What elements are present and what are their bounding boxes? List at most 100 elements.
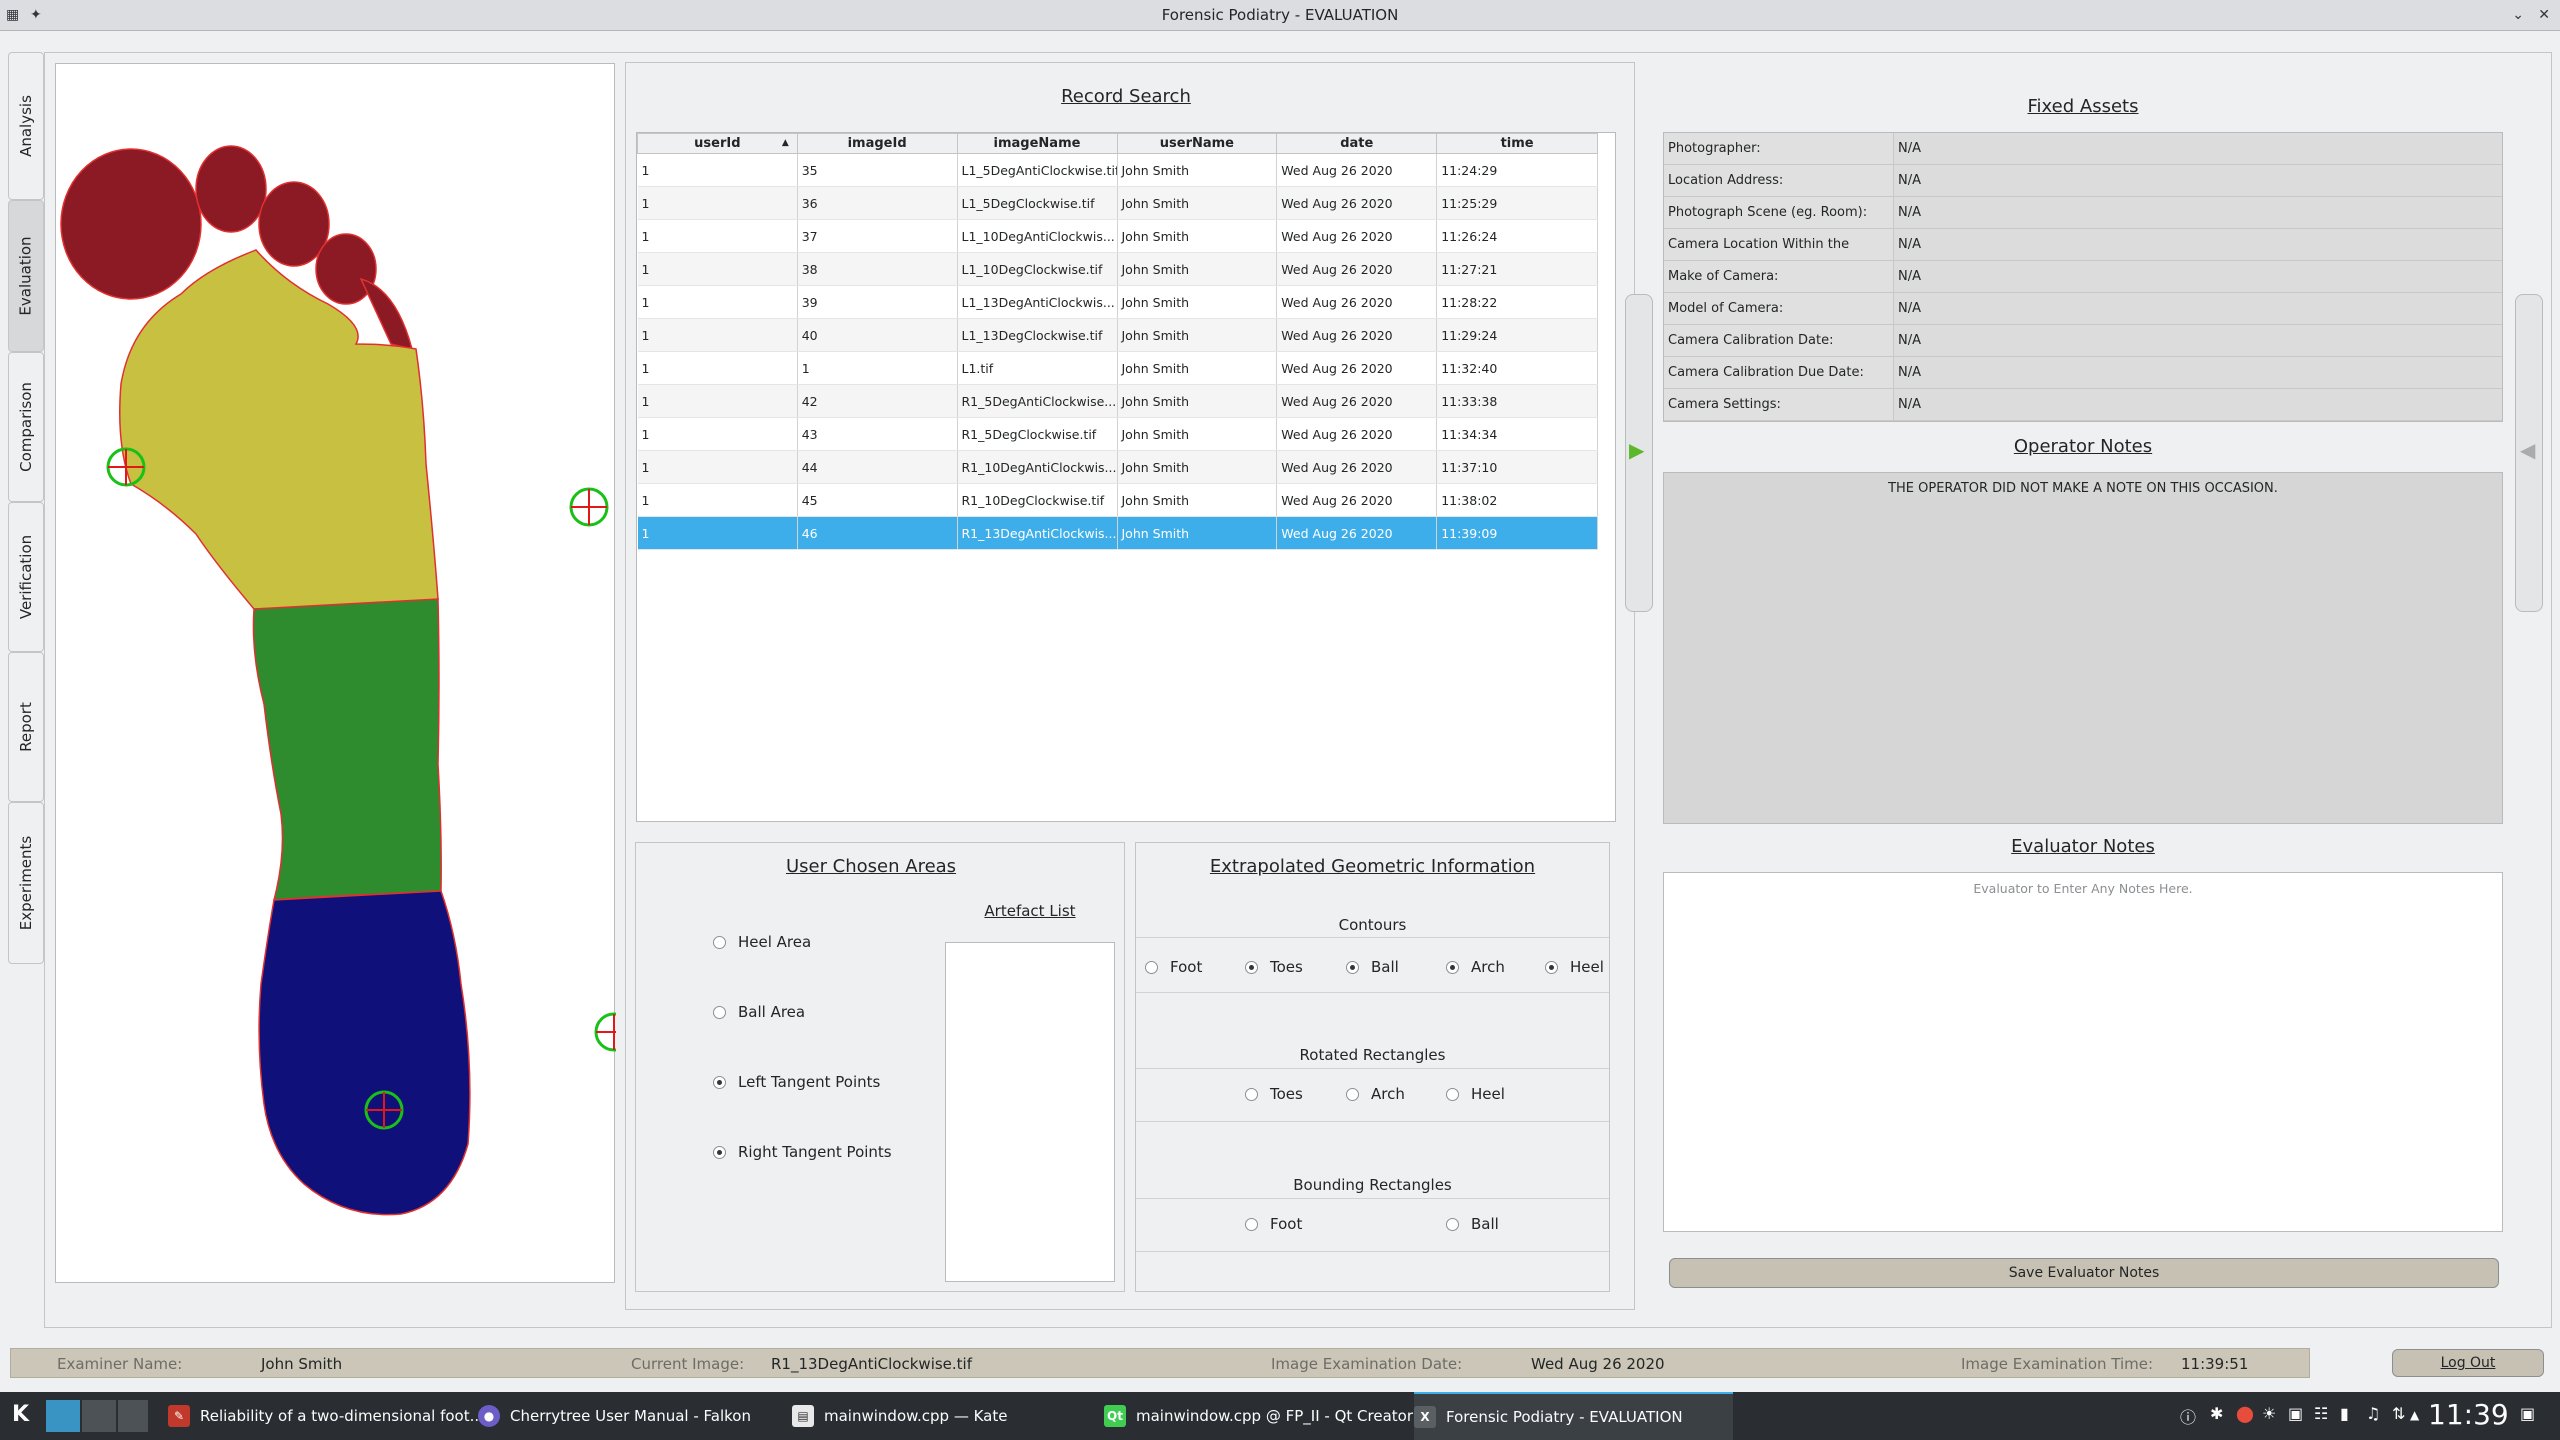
task-forensic-podiatry[interactable]: X Forensic Podiatry - EVALUATION	[1414, 1392, 1733, 1440]
collapse-arrow-icon[interactable]: ◀	[2520, 438, 2535, 462]
fixed-asset-row[interactable]: Location Address: N/A	[1664, 165, 2502, 197]
save-evaluator-notes-button[interactable]: Save Evaluator Notes	[1669, 1258, 2499, 1288]
bounding-foot[interactable]: Foot	[1245, 1215, 1302, 1233]
tab-evaluation[interactable]: Evaluation	[8, 200, 44, 352]
clock[interactable]: 11:39	[2428, 1398, 2509, 1431]
log-out-button[interactable]: Log Out	[2392, 1349, 2544, 1377]
tab-experiments[interactable]: Experiments	[8, 802, 44, 964]
option-right-tangent-points[interactable]: Right Tangent Points	[713, 1143, 892, 1161]
mega-sync-icon[interactable]: ⬤	[2236, 1404, 2254, 1423]
rotated-heel[interactable]: Heel	[1446, 1085, 1505, 1103]
tab-verification[interactable]: Verification	[8, 502, 44, 652]
fixed-asset-row[interactable]: Photograph Scene (eg. Room): N/A	[1664, 197, 2502, 229]
option-heel-area[interactable]: Heel Area	[713, 933, 811, 951]
tab-report[interactable]: Report	[8, 652, 44, 802]
table-row[interactable]: 1 44 R1_10DegAntiClockwis... John Smith Wed …	[637, 450, 1598, 484]
battery-icon[interactable]: ▮	[2340, 1404, 2349, 1423]
contour-arch[interactable]: Arch	[1446, 958, 1505, 976]
expand-arrow-icon[interactable]: ▶	[1629, 438, 1644, 462]
fixed-asset-value: N/A	[1898, 333, 1921, 348]
tab-comparison[interactable]: Comparison	[8, 352, 44, 502]
table-row[interactable]: 1 43 R1_5DegClockwise.tif John Smith Wed Aug…	[637, 417, 1598, 451]
option-ball-area[interactable]: Ball Area	[713, 1003, 805, 1021]
task-falkon[interactable]: ● Cherrytree User Manual - Falkon	[478, 1392, 751, 1440]
column-header-imagename[interactable]: imageName	[956, 133, 1118, 154]
fixed-asset-row[interactable]: Photographer: N/A	[1664, 133, 2502, 165]
fixed-asset-row[interactable]: Camera Settings: N/A	[1664, 389, 2502, 421]
foot-image-panel[interactable]	[55, 63, 634, 1283]
minimize-icon[interactable]: ⌄	[2512, 6, 2524, 24]
tray-expand-icon[interactable]: ▲	[2410, 1408, 2419, 1422]
tangent-marker[interactable]	[594, 1012, 634, 1052]
virtual-desktop-1[interactable]	[46, 1400, 80, 1432]
task-qtcreator[interactable]: Qt mainwindow.cpp @ FP_II - Qt Creator	[1104, 1392, 1413, 1440]
table-row[interactable]: 1 38 L1_10DegClockwise.tif John Smith Wed Au…	[637, 252, 1598, 286]
task-label: Reliability of a two-dimensional foot...	[200, 1407, 484, 1425]
brightness-icon[interactable]: ☀	[2262, 1404, 2276, 1423]
bounding-rectangles-title: Bounding Rectangles	[1293, 1176, 1452, 1194]
radio-label: Heel	[1570, 958, 1604, 976]
column-header-username[interactable]: userName	[1116, 133, 1278, 154]
show-desktop-icon[interactable]: ▣	[2520, 1404, 2535, 1423]
table-row[interactable]: 1 36 L1_5DegClockwise.tif John Smith Wed Aug…	[637, 186, 1598, 220]
table-cell-username: John Smith	[1117, 219, 1278, 253]
option-left-tangent-points[interactable]: Left Tangent Points	[713, 1073, 880, 1091]
column-header-imageid[interactable]: imageId	[796, 133, 958, 154]
table-row[interactable]: 1 1 L1.tif John Smith Wed Aug 26 2020 11:32:4…	[637, 351, 1598, 385]
fixed-asset-row[interactable]: Camera Calibration Date: N/A	[1664, 325, 2502, 357]
tangent-marker[interactable]	[569, 487, 609, 527]
artefact-list[interactable]	[945, 942, 1115, 1282]
fixed-asset-row[interactable]: Camera Calibration Due Date: N/A	[1664, 357, 2502, 389]
table-cell-time: 11:24:29	[1436, 153, 1598, 187]
volume-icon[interactable]: ♫	[2366, 1404, 2380, 1423]
fixed-asset-row[interactable]: Make of Camera: N/A	[1664, 261, 2502, 293]
table-row[interactable]: 1 39 L1_13DegAntiClockwis... John Smith Wed …	[637, 285, 1598, 319]
radio-label: Toes	[1270, 1085, 1303, 1103]
contour-foot[interactable]: Foot	[1145, 958, 1202, 976]
table-row[interactable]: 1 40 L1_13DegClockwise.tif John Smith Wed Au…	[637, 318, 1598, 352]
radio-label: Toes	[1270, 958, 1303, 976]
virtual-desktop-2[interactable]	[82, 1400, 116, 1432]
table-cell-imageid: 40	[797, 318, 958, 352]
tangent-marker[interactable]	[364, 1090, 404, 1130]
table-row[interactable]: 1 35 L1_5DegAntiClockwise.tif John Smith Wed…	[637, 153, 1598, 187]
contour-toes[interactable]: Toes	[1245, 958, 1303, 976]
tangent-marker[interactable]	[106, 447, 146, 487]
task-kate[interactable]: ▤ mainwindow.cpp — Kate	[792, 1392, 1007, 1440]
bluetooth-icon[interactable]: ✱	[2210, 1404, 2223, 1423]
table-cell-username: John Smith	[1117, 186, 1278, 220]
table-cell-imageid: 35	[797, 153, 958, 187]
table-row[interactable]: 1 37 L1_10DegAntiClockwis... John Smith Wed …	[637, 219, 1598, 253]
column-header-userid[interactable]: userId ▲	[637, 133, 798, 154]
network-icon[interactable]: ⇅	[2392, 1404, 2405, 1423]
fixed-asset-label: Camera Settings:	[1664, 389, 1894, 420]
kde-launcher-icon[interactable]: K	[12, 1402, 29, 1427]
table-cell-time: 11:32:40	[1436, 351, 1598, 385]
bounding-ball[interactable]: Ball	[1446, 1215, 1499, 1233]
fixed-asset-row[interactable]: Model of Camera: N/A	[1664, 293, 2502, 325]
fixed-asset-value: N/A	[1898, 173, 1921, 188]
table-cell-imageid: 38	[797, 252, 958, 286]
contour-heel[interactable]: Heel	[1545, 958, 1604, 976]
fixed-asset-row[interactable]: Camera Location Within the Scene: N/A	[1664, 229, 2502, 284]
virtual-desktop-3[interactable]	[118, 1400, 148, 1432]
rotated-arch[interactable]: Arch	[1346, 1085, 1405, 1103]
rotated-toes[interactable]: Toes	[1245, 1085, 1303, 1103]
exam-date-value: Wed Aug 26 2020	[1531, 1355, 1665, 1373]
task-okular[interactable]: ✎ Reliability of a two-dimensional foot.…	[168, 1392, 484, 1440]
table-row[interactable]: 1 42 R1_5DegAntiClockwise.... John Smith Wed…	[637, 384, 1598, 418]
fixed-assets-grid[interactable]: Photographer: N/A Location Address: N/A Phot…	[1663, 132, 2503, 422]
tab-analysis[interactable]: Analysis	[8, 52, 44, 200]
table-row[interactable]: 1 45 R1_10DegClockwise.tif John Smith Wed Au…	[637, 483, 1598, 517]
display-icon[interactable]: ▣	[2288, 1404, 2303, 1423]
pin-icon[interactable]: ✦	[30, 6, 42, 24]
column-header-date[interactable]: date	[1276, 133, 1438, 154]
record-search-table[interactable]: userId ▲ imageId imageName userName date time …	[636, 132, 1616, 822]
clipboard-icon[interactable]: ☷	[2314, 1404, 2328, 1423]
column-header-time[interactable]: time	[1436, 133, 1598, 154]
table-row[interactable]: 1 46 R1_13DegAntiClockwis... John Smith Wed …	[637, 516, 1598, 550]
contour-ball[interactable]: Ball	[1346, 958, 1399, 976]
notifications-icon[interactable]: ⓘ	[2180, 1404, 2196, 1428]
close-icon[interactable]: ✕	[2538, 6, 2550, 24]
evaluator-notes-input[interactable]: Evaluator to Enter Any Notes Here.	[1663, 872, 2503, 1232]
